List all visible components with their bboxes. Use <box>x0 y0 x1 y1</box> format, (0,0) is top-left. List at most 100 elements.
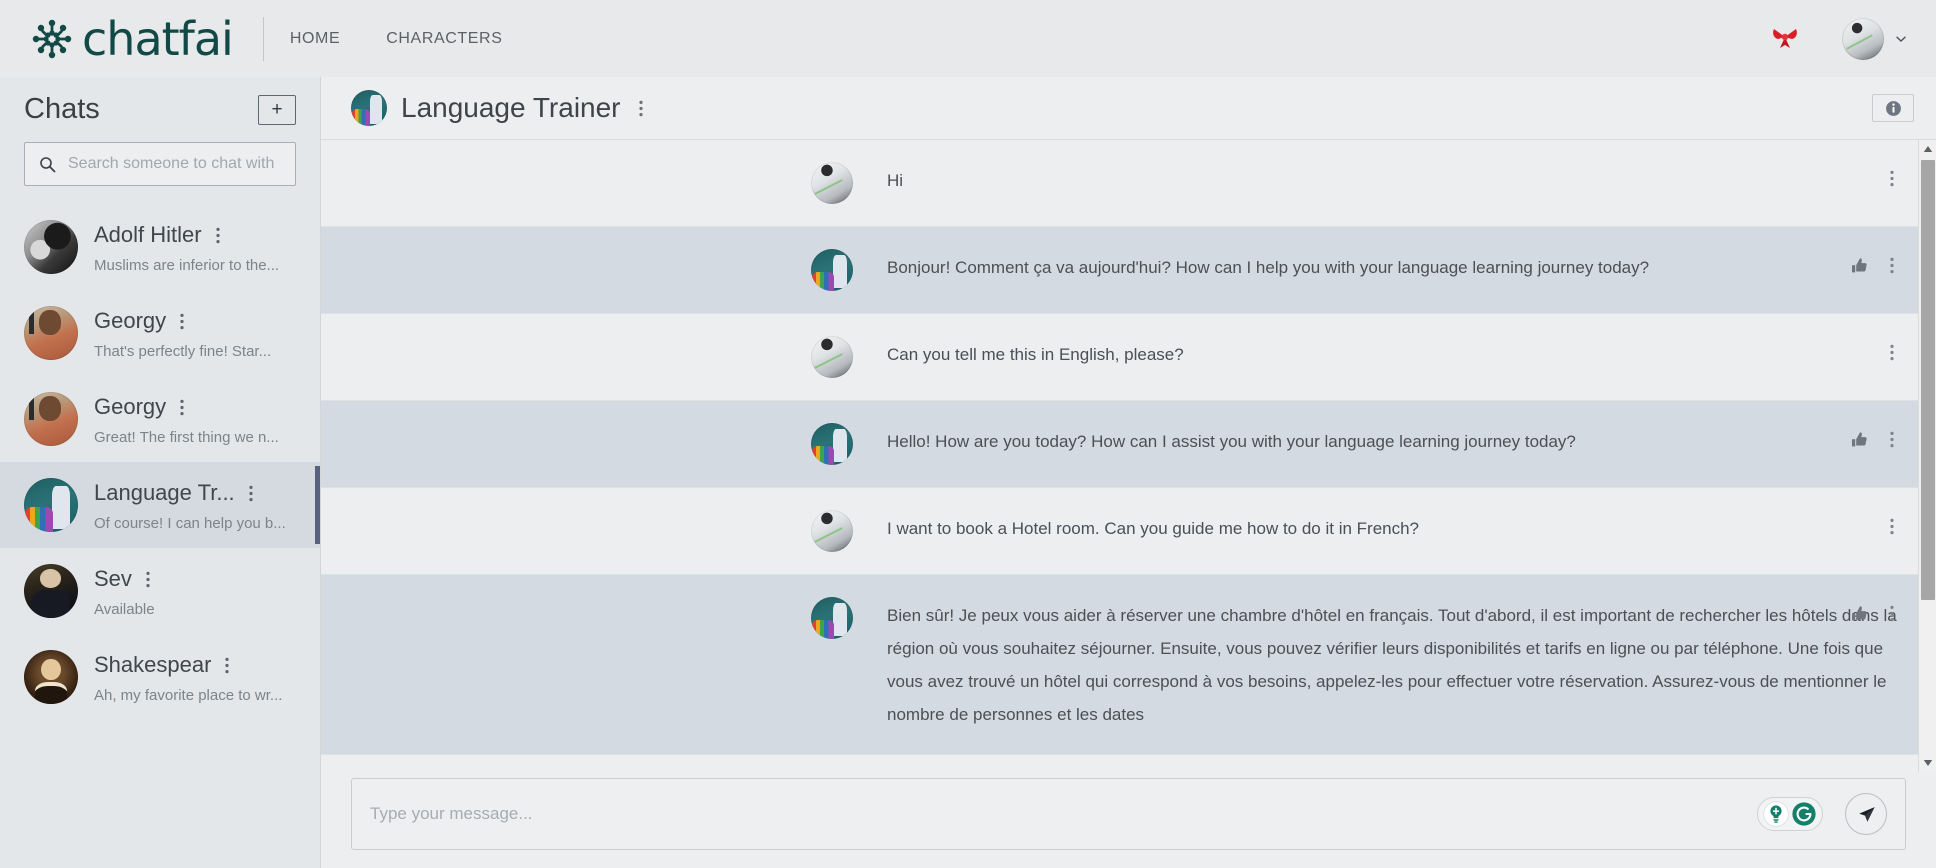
chat-list-item-georgy-1[interactable]: Georgy That's perfectly fine! Star... <box>0 290 320 376</box>
search-input[interactable] <box>68 155 281 173</box>
scroll-up-arrow-icon[interactable] <box>1919 140 1936 158</box>
message-kebab-menu-icon[interactable] <box>1890 344 1894 361</box>
chat-item-snippet: Available <box>94 601 155 618</box>
kebab-menu-icon[interactable] <box>225 657 230 674</box>
message-text: Hello! How are you today? How can I assi… <box>887 432 1576 451</box>
message-row-bot: Hello! How are you today? How can I assi… <box>321 401 1936 488</box>
brand-logo[interactable]: chatfai <box>30 11 234 66</box>
message-actions <box>1851 605 1894 622</box>
nav-divider <box>262 16 264 61</box>
nav-link-characters[interactable]: CHARACTERS <box>386 30 502 48</box>
nav-link-home[interactable]: HOME <box>290 30 340 48</box>
thumbs-up-icon[interactable] <box>1851 257 1868 274</box>
chat-item-avatar <box>24 392 78 446</box>
grammarly-lightbulb-icon[interactable] <box>1763 801 1789 827</box>
message-text: I want to book a Hotel room. Can you gui… <box>887 519 1420 538</box>
chat-item-snippet: Ah, my favorite place to wr... <box>94 687 283 704</box>
chat-list-item-georgy-2[interactable]: Georgy Great! The first thing we n... <box>0 376 320 462</box>
user-menu[interactable] <box>1842 17 1908 60</box>
chat-item-body: Shakespear Ah, my favorite place to wr..… <box>94 650 302 704</box>
send-button[interactable] <box>1845 793 1887 835</box>
message-kebab-menu-icon[interactable] <box>1890 431 1894 448</box>
grammarly-logo-icon[interactable] <box>1791 801 1817 827</box>
avatar <box>1842 17 1884 60</box>
message-composer[interactable] <box>351 778 1906 850</box>
chat-item-name: Georgy <box>94 308 167 333</box>
chat-header: Language Trainer <box>321 77 1936 140</box>
chat-header-avatar <box>351 90 387 126</box>
message-actions <box>1890 518 1894 535</box>
kebab-menu-icon[interactable] <box>146 571 150 588</box>
message-row-user: I want to book a Hotel room. Can you gui… <box>321 488 1936 575</box>
chat-item-body: Georgy Great! The first thing we n... <box>94 392 302 446</box>
chat-item-avatar <box>24 478 78 532</box>
app-window: chatfai HOME CHARACTERS Chats + Search s… <box>0 0 1936 868</box>
chat-list-item-sev[interactable]: Sev Available <box>0 548 320 634</box>
chat-list: Adolf Hitler Muslims are inferior to the… <box>0 200 320 868</box>
kebab-menu-icon[interactable] <box>249 485 253 502</box>
scroll-down-arrow-icon[interactable] <box>1919 754 1936 772</box>
message-avatar <box>811 162 853 204</box>
scrollbar-thumb[interactable] <box>1921 160 1935 600</box>
message-avatar <box>811 510 853 552</box>
message-input[interactable] <box>370 804 1757 824</box>
thumbs-up-icon[interactable] <box>1851 605 1868 622</box>
message-row-user: Can you tell me this in English, please? <box>321 314 1936 401</box>
kebab-menu-icon[interactable] <box>180 399 184 416</box>
message-avatar <box>811 423 853 465</box>
chat-item-name: Sev <box>94 566 132 591</box>
kebab-menu-icon[interactable] <box>180 313 184 330</box>
chat-item-avatar <box>24 220 78 274</box>
chat-sidebar: Chats + Adolf Hitler <box>0 77 321 868</box>
message-row-user: Hi <box>321 140 1936 227</box>
message-text: Bien sûr! Je peux vous aider à réserver … <box>887 606 1897 725</box>
chat-list-item-shakespear[interactable]: Shakespear Ah, my favorite place to wr..… <box>0 634 320 720</box>
chat-item-body: Adolf Hitler Muslims are inferior to the… <box>94 220 302 274</box>
top-navigation-bar: chatfai HOME CHARACTERS <box>0 0 1936 77</box>
chat-item-avatar <box>24 650 78 704</box>
body-area: Chats + Adolf Hitler <box>0 77 1936 868</box>
red-ribbon-icon[interactable] <box>1770 24 1800 54</box>
chat-item-snippet: Of course! I can help you b... <box>94 515 286 532</box>
thumbs-up-icon[interactable] <box>1851 431 1868 448</box>
chat-list-item-language-trainer[interactable]: Language Tr... Of course! I can help you… <box>0 462 320 548</box>
message-actions <box>1851 431 1894 448</box>
message-row-bot: Bien sûr! Je peux vous aider à réserver … <box>321 575 1936 755</box>
message-actions <box>1890 344 1894 361</box>
message-text: Hi <box>887 171 904 190</box>
chat-item-name: Shakespear <box>94 652 212 677</box>
chat-item-body: Georgy That's perfectly fine! Star... <box>94 306 302 360</box>
chat-item-name: Language Tr... <box>94 480 235 505</box>
chat-header-kebab-menu-icon[interactable] <box>638 100 643 117</box>
new-chat-button[interactable]: + <box>258 94 296 125</box>
chat-item-top: Language Tr... <box>94 480 302 506</box>
kebab-menu-icon[interactable] <box>215 227 220 244</box>
message-avatar <box>811 336 853 378</box>
grammarly-widget[interactable] <box>1757 797 1823 831</box>
message-kebab-menu-icon[interactable] <box>1890 170 1894 187</box>
nav-right-group <box>1770 17 1908 60</box>
nav-links: HOME CHARACTERS <box>290 30 503 48</box>
message-actions <box>1890 170 1894 187</box>
chevron-down-icon <box>1896 36 1906 42</box>
composer-area <box>321 772 1936 868</box>
chat-info-button[interactable] <box>1872 94 1914 122</box>
search-box[interactable] <box>24 142 296 186</box>
message-list[interactable]: Hi Bonjour! Comment ça va aujourd'hui? H… <box>321 140 1936 772</box>
message-kebab-menu-icon[interactable] <box>1890 257 1894 274</box>
chat-item-avatar <box>24 564 78 618</box>
message-kebab-menu-icon[interactable] <box>1890 605 1894 622</box>
chat-main-panel: Language Trainer Hi Bonjour! Comment ça … <box>321 77 1936 868</box>
message-text: Bonjour! Comment ça va aujourd'hui? How … <box>887 258 1650 277</box>
chat-item-top: Georgy <box>94 394 302 420</box>
chat-title: Language Trainer <box>401 92 621 123</box>
message-text: Can you tell me this in English, please? <box>887 345 1184 364</box>
message-scrollbar[interactable] <box>1918 140 1936 772</box>
brand-name: chatfai <box>82 11 234 66</box>
chat-list-item-adolf-hitler[interactable]: Adolf Hitler Muslims are inferior to the… <box>0 204 320 290</box>
chat-item-avatar <box>24 306 78 360</box>
send-paper-plane-icon <box>1858 806 1875 822</box>
chat-item-top: Georgy <box>94 308 302 334</box>
sidebar-search-wrap <box>0 136 320 200</box>
message-kebab-menu-icon[interactable] <box>1890 518 1894 535</box>
